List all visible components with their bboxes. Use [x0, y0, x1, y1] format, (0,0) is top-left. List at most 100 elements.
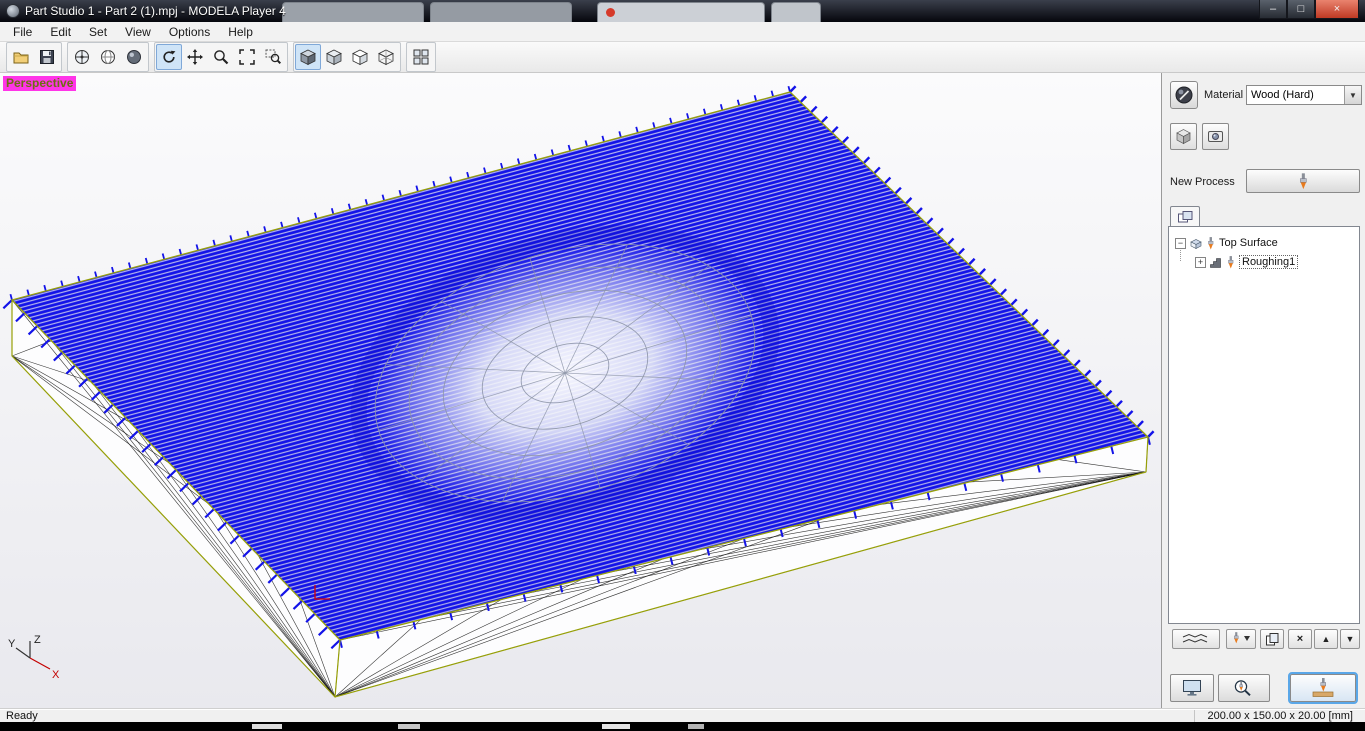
move-up-button[interactable]: ▲: [1314, 629, 1338, 649]
viewport-3d[interactable]: Perspective Y Z X: [0, 73, 1161, 708]
wireframe-cube-icon: [378, 49, 394, 66]
display-wireframe-button[interactable]: [373, 44, 399, 70]
taskbar-item[interactable]: [252, 724, 282, 729]
taskbar-item[interactable]: [398, 724, 420, 729]
menu-view[interactable]: View: [116, 24, 160, 40]
zoom-region-button[interactable]: [260, 44, 286, 70]
menu-set[interactable]: Set: [80, 24, 116, 40]
new-process-button[interactable]: [1246, 169, 1360, 193]
shaded-sphere-icon: [127, 50, 141, 64]
rotate-view-button[interactable]: [156, 44, 182, 70]
cutter-down-icon: [1233, 632, 1250, 644]
new-process-label: New Process: [1170, 176, 1235, 188]
toolpath-button[interactable]: [1172, 629, 1220, 649]
zoom-region-icon: [265, 49, 282, 65]
tree-item-top-surface[interactable]: − Top Surface: [1175, 235, 1278, 251]
process-list-icon: [1178, 211, 1193, 223]
new-process-cutter-icon: [1299, 172, 1307, 190]
material-label: Material: [1204, 89, 1244, 101]
four-pane-icon: [413, 49, 429, 65]
close-button[interactable]: ×: [1315, 0, 1359, 19]
save-button[interactable]: [34, 44, 60, 70]
material-value: Wood (Hard): [1251, 89, 1314, 101]
open-file-icon: [13, 52, 29, 64]
delete-process-button[interactable]: ×: [1288, 629, 1312, 649]
four-pane-layout-button[interactable]: [408, 44, 434, 70]
app-icon: [6, 4, 20, 18]
pan-view-button[interactable]: [182, 44, 208, 70]
titlebar[interactable]: Part Studio 1 - Part 2 (1).mpj - MODELA …: [0, 0, 1365, 22]
magnifier-icon: [214, 50, 229, 65]
save-icon: [40, 50, 54, 64]
model-cube-icon: [1176, 129, 1191, 145]
right-panel: Material Wood (Hard) ▼ New Process − Top…: [1161, 73, 1365, 708]
cutter-icon: [1208, 236, 1214, 250]
move-down-button[interactable]: ▼: [1340, 629, 1360, 649]
status-text: Ready: [6, 709, 38, 722]
maximize-button[interactable]: □: [1287, 0, 1315, 19]
taskbar-item[interactable]: [688, 724, 704, 729]
menu-help[interactable]: Help: [219, 24, 262, 40]
roughing-steps-icon: [1210, 257, 1221, 268]
axis-y-label: Y: [8, 638, 16, 650]
preview-cutting-button[interactable]: [1218, 674, 1270, 702]
material-button[interactable]: [1170, 81, 1198, 109]
zoom-button[interactable]: [208, 44, 234, 70]
pan-icon: [187, 49, 203, 65]
copy-icon: [1266, 633, 1279, 646]
background-browser-tab[interactable]: [430, 2, 572, 22]
material-ball-icon: [1175, 86, 1193, 104]
display-light-button[interactable]: [321, 44, 347, 70]
toolpath-zigzag-icon: [1182, 633, 1208, 643]
3d-scene: [0, 73, 1161, 708]
background-browser-tab[interactable]: [597, 2, 765, 22]
view-globe-icon: [101, 50, 115, 64]
toolbar: [0, 42, 1365, 73]
tree-label-roughing1: Roughing1: [1239, 255, 1299, 269]
axis-x-label: X: [52, 669, 60, 681]
preview-button[interactable]: [1170, 674, 1214, 702]
origin-axes-gizmo: Y Z X: [8, 634, 60, 681]
background-browser-tab[interactable]: [771, 2, 821, 22]
tree-label-top-surface: Top Surface: [1219, 237, 1278, 249]
fit-to-window-button[interactable]: [234, 44, 260, 70]
window-title: Part Studio 1 - Part 2 (1).mpj - MODELA …: [25, 4, 286, 18]
collapse-toggle-icon[interactable]: −: [1175, 237, 1186, 249]
menu-file[interactable]: File: [4, 24, 41, 40]
view-globe-button[interactable]: [95, 44, 121, 70]
hidden-line-cube-icon: [352, 49, 368, 66]
taskbar-strip: [0, 722, 1365, 731]
material-select[interactable]: Wood (Hard) ▼: [1246, 85, 1362, 105]
background-browser-tab[interactable]: [282, 2, 424, 22]
magnifier-cutter-icon: [1234, 680, 1251, 697]
surface-icon: [1190, 238, 1202, 249]
model-settings-button[interactable]: [1170, 123, 1197, 150]
menu-options[interactable]: Options: [160, 24, 219, 40]
cutter-icon: [1228, 255, 1234, 269]
process-list-tab[interactable]: [1170, 206, 1200, 227]
open-file-button[interactable]: [8, 44, 34, 70]
dropdown-arrow-icon[interactable]: ▼: [1344, 86, 1361, 104]
statusbar: Ready 200.00 x 150.00 x 20.00 [mm]: [0, 708, 1365, 722]
view-center-button[interactable]: [69, 44, 95, 70]
menu-edit[interactable]: Edit: [41, 24, 80, 40]
minimize-button[interactable]: –: [1259, 0, 1287, 19]
light-cube-icon: [326, 49, 342, 66]
taskbar-item[interactable]: [602, 724, 630, 729]
display-hidden-line-button[interactable]: [347, 44, 373, 70]
fit-icon: [239, 49, 255, 65]
machine-preview-button[interactable]: [1202, 123, 1229, 150]
axis-z-label: Z: [34, 634, 41, 646]
view-shaded-sphere-button[interactable]: [121, 44, 147, 70]
expand-toggle-icon[interactable]: +: [1195, 256, 1206, 268]
display-shaded-button[interactable]: [295, 44, 321, 70]
copy-process-button[interactable]: [1260, 629, 1284, 649]
shaded-cube-icon: [300, 49, 316, 66]
rotate-icon: [163, 50, 176, 63]
model-dimensions: 200.00 x 150.00 x 20.00 [mm]: [1194, 709, 1359, 722]
tool-setup-button[interactable]: [1226, 629, 1256, 649]
view-mode-label: Perspective: [3, 76, 77, 91]
menu-bar: File Edit Set View Options Help: [0, 22, 1365, 42]
start-cutting-button[interactable]: [1288, 672, 1358, 704]
tree-item-roughing1[interactable]: + Roughing1: [1195, 254, 1299, 270]
